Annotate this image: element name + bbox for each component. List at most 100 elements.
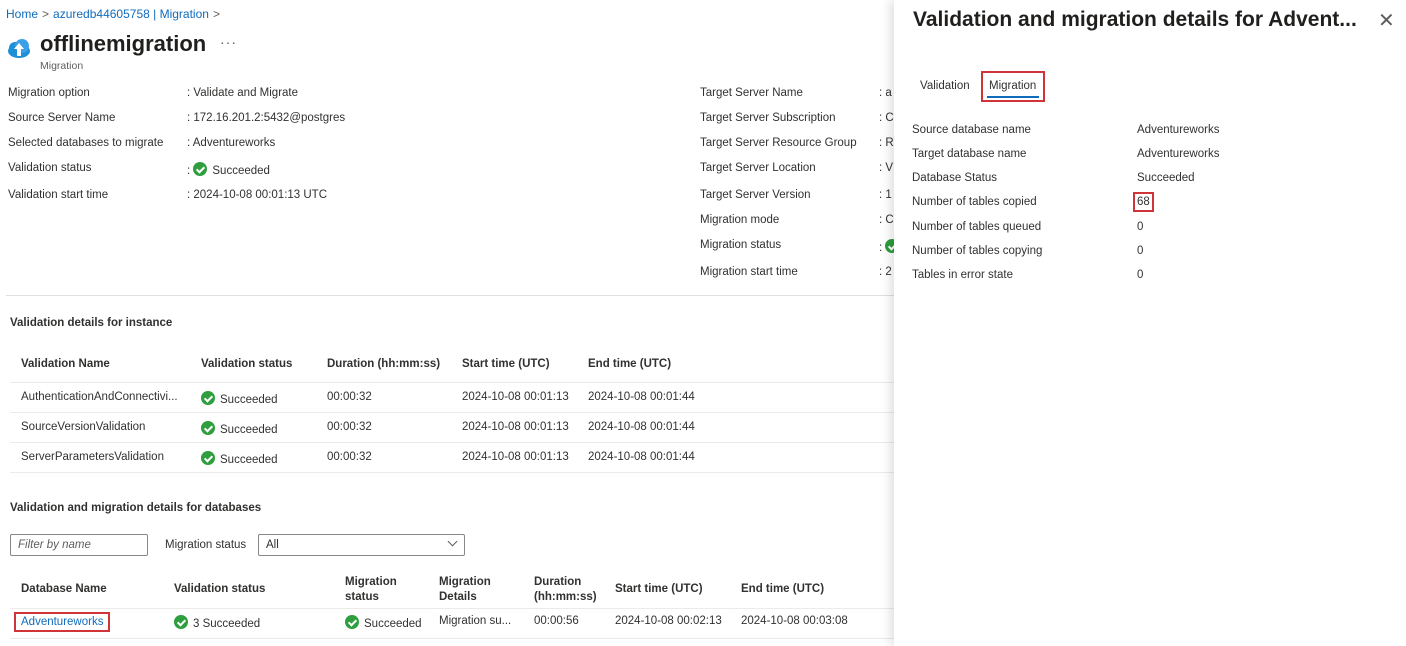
column-header-migration-details[interactable]: Migration Details bbox=[439, 575, 491, 605]
summary-value-target-subscription: : C bbox=[879, 112, 894, 124]
detail-label-source-db: Source database name bbox=[912, 124, 1031, 136]
column-header-validation-name[interactable]: Validation Name bbox=[21, 358, 110, 370]
migration-status-select[interactable]: All bbox=[258, 534, 465, 556]
detail-label-target-db: Target database name bbox=[912, 148, 1027, 160]
summary-label-migration-start: Migration start time bbox=[700, 266, 798, 278]
summary-label-target-server-name: Target Server Name bbox=[700, 87, 803, 99]
summary-label-target-version: Target Server Version bbox=[700, 189, 811, 201]
breadcrumb-server[interactable]: azuredb44605758 | Migration bbox=[53, 7, 209, 21]
tab-validation[interactable]: Validation bbox=[920, 80, 970, 92]
summary-label-selected-dbs: Selected databases to migrate bbox=[8, 137, 164, 149]
summary-label-target-location: Target Server Location bbox=[700, 162, 816, 174]
summary-value-migration-option: : Validate and Migrate bbox=[187, 87, 299, 99]
migration-status-select-value: All bbox=[266, 539, 279, 551]
summary-label-target-subscription: Target Server Subscription bbox=[700, 112, 836, 124]
column-header-start-time[interactable]: Start time (UTC) bbox=[462, 358, 550, 370]
column-header-db-start-time[interactable]: Start time (UTC) bbox=[615, 583, 703, 595]
header-line: Migration bbox=[439, 576, 491, 588]
detail-value-db-status: Succeeded bbox=[1137, 172, 1195, 184]
summary-value-validation-start: : 2024-10-08 00:01:13 UTC bbox=[187, 189, 328, 201]
page-subtitle: Migration bbox=[40, 60, 84, 72]
summary-label-migration-option: Migration option bbox=[8, 87, 90, 99]
header-line: Migration bbox=[345, 576, 397, 588]
instance-row-2-start: 2024-10-08 00:01:13 bbox=[462, 421, 569, 433]
active-tab-indicator bbox=[987, 96, 1039, 98]
database-link-adventureworks[interactable]: Adventureworks bbox=[14, 612, 111, 632]
breadcrumb-home[interactable]: Home bbox=[6, 7, 38, 21]
instance-row-3-name: ServerParametersValidation bbox=[21, 451, 164, 463]
column-header-db-validation-status[interactable]: Validation status bbox=[174, 583, 265, 595]
detail-label-tables-copied: Number of tables copied bbox=[912, 196, 1037, 208]
column-header-migration-status[interactable]: Migration status bbox=[345, 575, 397, 605]
validation-status-text: Succeeded bbox=[212, 165, 270, 177]
section-divider bbox=[6, 295, 894, 296]
summary-value-target-location: : V bbox=[879, 162, 894, 174]
tab-migration-label: Migration bbox=[989, 80, 1037, 92]
column-header-database-name[interactable]: Database Name bbox=[21, 583, 107, 595]
detail-label-tables-queued: Number of tables queued bbox=[912, 221, 1042, 233]
detail-value-target-db: Adventureworks bbox=[1137, 148, 1220, 160]
instance-row-1-end: 2024-10-08 00:01:44 bbox=[588, 391, 695, 403]
row-divider bbox=[10, 382, 894, 383]
column-header-validation-status[interactable]: Validation status bbox=[201, 358, 292, 370]
instance-row-1-name: AuthenticationAndConnectivi... bbox=[21, 391, 178, 403]
status-text: Succeeded bbox=[220, 454, 278, 466]
chevron-down-icon bbox=[447, 536, 458, 547]
success-check-icon bbox=[201, 451, 215, 465]
more-options-icon[interactable]: ··· bbox=[220, 34, 237, 50]
column-header-db-duration[interactable]: Duration (hh:mm:ss) bbox=[534, 575, 597, 605]
status-text: Succeeded bbox=[220, 394, 278, 406]
instance-row-2-end: 2024-10-08 00:01:44 bbox=[588, 421, 695, 433]
detail-label-tables-error: Tables in error state bbox=[912, 269, 1013, 281]
instance-row-3-status: Succeeded bbox=[201, 451, 278, 466]
instance-row-1-duration: 00:00:32 bbox=[327, 391, 372, 403]
header-line: status bbox=[345, 591, 379, 603]
success-check-icon bbox=[345, 615, 359, 629]
row-divider bbox=[10, 638, 894, 639]
panel-title: Validation and migration details for Adv… bbox=[913, 8, 1357, 31]
detail-value-source-db: Adventureworks bbox=[1137, 124, 1220, 136]
breadcrumb: Home > azuredb44605758 | Migration > bbox=[6, 7, 224, 21]
detail-label-tables-copying: Number of tables copying bbox=[912, 245, 1043, 257]
close-icon[interactable]: ✕ bbox=[1378, 8, 1395, 33]
header-line: Details bbox=[439, 591, 477, 603]
instance-row-3-start: 2024-10-08 00:01:13 bbox=[462, 451, 569, 463]
column-header-end-time[interactable]: End time (UTC) bbox=[588, 358, 671, 370]
instance-row-3-end: 2024-10-08 00:01:44 bbox=[588, 451, 695, 463]
details-side-panel bbox=[894, 0, 1406, 646]
row-divider bbox=[10, 412, 894, 413]
migration-status-filter-label: Migration status bbox=[165, 539, 247, 551]
summary-label-migration-mode: Migration mode bbox=[700, 214, 780, 226]
detail-value-tables-error: 0 bbox=[1137, 269, 1144, 281]
migration-cloud-icon bbox=[6, 36, 32, 62]
success-check-icon bbox=[201, 421, 215, 435]
summary-label-migration-status: Migration status bbox=[700, 239, 782, 251]
breadcrumb-separator: > bbox=[42, 7, 50, 21]
breadcrumb-separator: > bbox=[212, 7, 220, 21]
summary-value-validation-status: : Succeeded bbox=[187, 162, 270, 177]
detail-value-tables-queued: 0 bbox=[1137, 221, 1144, 233]
success-check-icon bbox=[201, 391, 215, 405]
summary-value-target-server-name: : a bbox=[879, 87, 892, 99]
header-line: Duration bbox=[534, 576, 582, 588]
summary-label-source-server: Source Server Name bbox=[8, 112, 116, 124]
tab-migration[interactable]: Migration bbox=[981, 71, 1045, 102]
filter-by-name-input[interactable]: Filter by name bbox=[10, 534, 148, 556]
summary-value-target-resource-group: : R bbox=[879, 137, 894, 149]
instance-row-2-duration: 00:00:32 bbox=[327, 421, 372, 433]
db-row-duration: 00:00:56 bbox=[534, 615, 579, 627]
row-divider bbox=[10, 472, 894, 473]
column-header-duration[interactable]: Duration (hh:mm:ss) bbox=[327, 358, 440, 370]
db-row-validation-status: 3 Succeeded bbox=[174, 615, 260, 630]
summary-value-migration-mode: : C bbox=[879, 214, 894, 226]
db-row-migration-details: Migration su... bbox=[439, 615, 512, 627]
column-header-db-end-time[interactable]: End time (UTC) bbox=[741, 583, 824, 595]
instance-row-3-duration: 00:00:32 bbox=[327, 451, 372, 463]
summary-value-selected-dbs: : Adventureworks bbox=[187, 137, 276, 149]
instance-row-1-status: Succeeded bbox=[201, 391, 278, 406]
detail-label-db-status: Database Status bbox=[912, 172, 998, 184]
row-divider bbox=[10, 608, 894, 609]
databases-section-title: Validation and migration details for dat… bbox=[10, 502, 262, 514]
page-title: offlinemigration bbox=[40, 31, 207, 56]
instance-validation-title: Validation details for instance bbox=[10, 317, 173, 329]
